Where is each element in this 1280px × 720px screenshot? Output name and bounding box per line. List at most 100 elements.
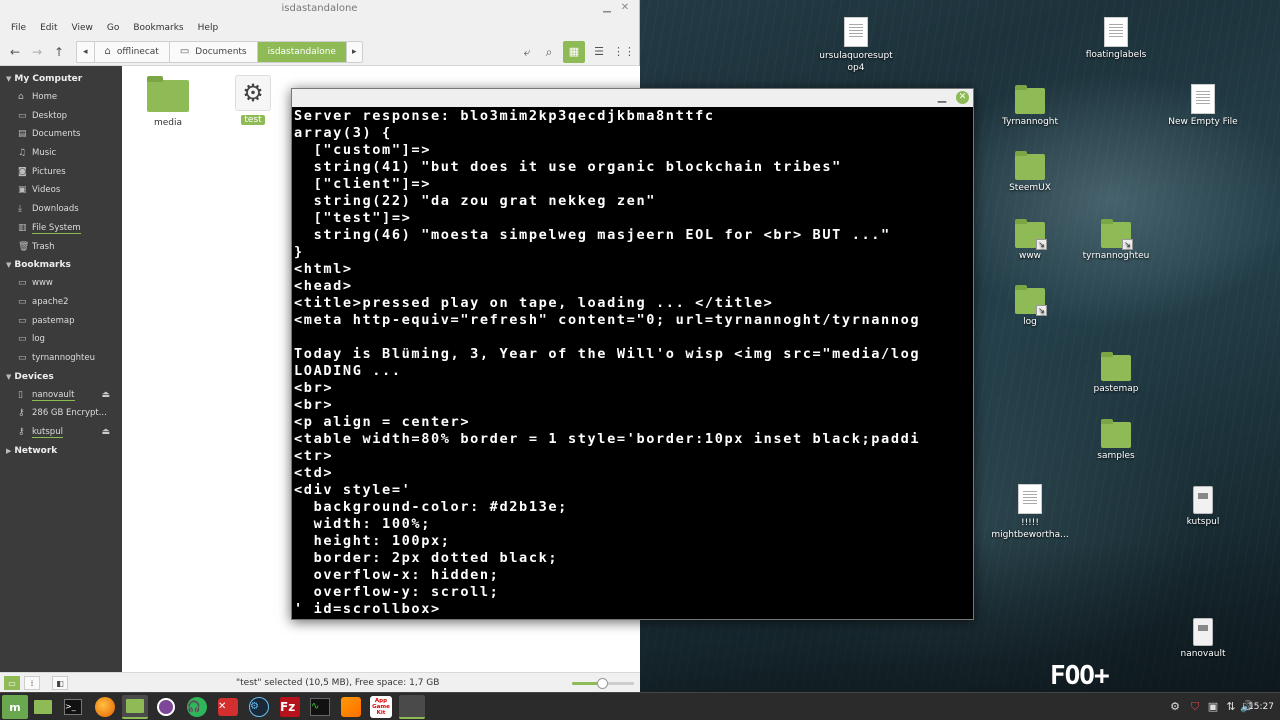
sidebar-item-desktop[interactable]: ▭ Desktop xyxy=(0,107,122,126)
zoom-slider-handle[interactable] xyxy=(596,678,608,689)
icon-view-icon[interactable]: ▦ xyxy=(563,40,585,63)
shield-icon[interactable]: ⛉ xyxy=(1186,697,1204,717)
places-toggle-icon[interactable]: ▭ xyxy=(4,676,20,690)
search-icon[interactable]: ⌕ xyxy=(538,41,560,63)
sidebar-section-network[interactable]: ▶ Network xyxy=(0,442,122,460)
desktop-icon-tyrnannoghteu[interactable]: ↘ tyrnannoghteu xyxy=(1071,219,1161,261)
desktop-icon-pastemap[interactable]: pastemap xyxy=(1071,352,1161,394)
desktop-icon-log[interactable]: ↘ log xyxy=(985,285,1075,327)
terminal-titlebar[interactable]: ▁ ✕ xyxy=(292,89,973,107)
steam-icon[interactable]: ⚙ xyxy=(246,695,272,719)
sidebar-item-pastemap[interactable]: ▭ pastemap xyxy=(0,312,122,331)
minimize-button[interactable]: ▁ xyxy=(601,2,613,14)
show-desktop-icon[interactable] xyxy=(30,695,56,719)
clock[interactable]: 15:27 xyxy=(1248,693,1274,720)
sidebar-item-www[interactable]: ▭ www xyxy=(0,274,122,293)
sidebar-item-nanovault[interactable]: ▯ nanovault ⏏ xyxy=(0,386,122,405)
desktop-icon-ursulaquoresuptop4[interactable]: ursulaquoresupt op4 xyxy=(811,17,901,74)
status-bar: ▭ ⁞ ◧ "test" selected (10,5 MB), Free sp… xyxy=(0,672,640,692)
menu-view[interactable]: View xyxy=(65,23,100,33)
forward-arrow-icon[interactable]: → xyxy=(26,41,48,63)
sidebar-item-label: Trash xyxy=(32,241,55,252)
terminal-icon[interactable]: >_ xyxy=(60,695,86,719)
sidebar-item-tyrnannoghteu[interactable]: ▭ tyrnannoghteu xyxy=(0,349,122,368)
eject-icon[interactable]: ⏏ xyxy=(101,423,110,442)
close-button[interactable]: ✕ xyxy=(956,91,969,104)
mint-menu-icon[interactable]: m xyxy=(2,695,28,719)
update-icon[interactable]: ▣ xyxy=(1204,697,1222,717)
file-name: test xyxy=(241,115,265,125)
terminal-line: <meta http-equiv="refresh" content="0; u… xyxy=(294,312,921,328)
sidebar-section-bookmarks[interactable]: ▼ Bookmarks xyxy=(0,256,122,274)
usb-drive-icon: ⚷ xyxy=(18,427,25,437)
sidebar-item-trash[interactable]: 🗑 Trash xyxy=(0,238,122,257)
desktop-icon-nanovault[interactable]: nanovault xyxy=(1158,618,1248,659)
desktop-icon-mightbewortha[interactable]: !!!!! mightbewortha... xyxy=(985,484,1075,541)
zoom-slider[interactable] xyxy=(572,678,634,689)
close-button[interactable]: ✕ xyxy=(619,2,631,14)
sidebar-item-pictures[interactable]: ◙ Pictures xyxy=(0,163,122,182)
tor-icon[interactable] xyxy=(153,695,179,719)
sidebar-toggle-icon[interactable]: ◧ xyxy=(52,676,68,690)
steam-tray-icon[interactable]: ⚙ xyxy=(1166,697,1184,717)
compact-view-icon[interactable]: ⋮⋮ xyxy=(613,41,635,63)
desktop-icon-tyrnannoght[interactable]: Tyrnannoght xyxy=(985,85,1075,127)
desktop-icon-kutspul[interactable]: kutspul xyxy=(1158,486,1248,527)
headset-icon[interactable]: 🎧 xyxy=(184,695,210,719)
menu-go[interactable]: Go xyxy=(100,23,126,33)
sidebar-section-my-computer[interactable]: ▼ My Computer xyxy=(0,70,122,88)
toggle-location-icon[interactable]: ⤶ xyxy=(516,41,538,63)
sidebar-item-encrypted-drive[interactable]: ⚷ 286 GB Encrypt... xyxy=(0,404,122,423)
terminal-output[interactable]: Server response: blo3mim2kp3qecdjkbma8nt… xyxy=(294,108,973,619)
file-item-media[interactable]: media xyxy=(128,76,208,128)
sidebar-item-downloads[interactable]: ⤓ Downloads xyxy=(0,200,122,219)
menu-file[interactable]: File xyxy=(4,23,33,33)
firefox-icon[interactable] xyxy=(92,695,118,719)
terminal-line: <p align = center> xyxy=(294,414,471,430)
breadcrumb-right-icon[interactable]: ▸ xyxy=(347,42,362,62)
menu-edit[interactable]: Edit xyxy=(33,23,64,33)
sidebar-item-log[interactable]: ▭ log xyxy=(0,330,122,349)
toolbox-icon[interactable]: ✕ xyxy=(215,695,241,719)
eject-icon[interactable]: ⏏ xyxy=(101,386,110,405)
terminal-line: <td> xyxy=(294,465,334,481)
terminal-line: string(41) "but does it use organic bloc… xyxy=(294,159,842,175)
desktop-icon-samples[interactable]: samples xyxy=(1071,419,1161,461)
system-monitor-icon[interactable]: ∿ xyxy=(307,695,333,719)
tree-toggle-icon[interactable]: ⁞ xyxy=(24,676,40,690)
sidebar-item-home[interactable]: ⌂ Home xyxy=(0,88,122,107)
sidebar-item-kutspul[interactable]: ⚷ kutspul ⏏ xyxy=(0,423,122,442)
up-arrow-icon[interactable]: ↑ xyxy=(48,41,70,63)
sidebar-item-documents[interactable]: ▤ Documents xyxy=(0,125,122,144)
desktop-icon-www[interactable]: ↘ www xyxy=(985,219,1075,261)
minimize-button[interactable]: ▁ xyxy=(935,90,949,104)
window-button[interactable] xyxy=(399,695,425,719)
document-icon xyxy=(1191,84,1215,114)
folder-icon: ▭ xyxy=(18,296,27,307)
app-game-kit-icon[interactable]: App Game Kit xyxy=(368,695,394,719)
terminal-line: overflow-y: scroll; xyxy=(294,584,500,600)
sidebar-item-apache2[interactable]: ▭ apache2 xyxy=(0,293,122,312)
sublime-icon[interactable] xyxy=(338,695,364,719)
breadcrumb-documents[interactable]: ▭ Documents xyxy=(170,41,258,62)
breadcrumb-offlinecat[interactable]: ⌂ offlinecat xyxy=(95,41,170,62)
window-titlebar[interactable]: isdastandalone ▁ ✕ xyxy=(0,0,639,18)
breadcrumb-left-icon[interactable]: ◂ xyxy=(77,41,95,62)
sidebar-section-devices[interactable]: ▼ Devices xyxy=(0,368,122,386)
sidebar-item-label: nanovault xyxy=(32,389,75,401)
desktop-icon-new-empty-file[interactable]: New Empty File xyxy=(1158,84,1248,127)
desktop-icon-floatinglabels[interactable]: floatinglabels xyxy=(1071,17,1161,60)
sidebar-item-file-system[interactable]: ▥ File System xyxy=(0,219,122,238)
desktop-icon-steemux[interactable]: SteemUX xyxy=(985,151,1075,193)
filezilla-icon[interactable]: Fz xyxy=(277,695,303,719)
menu-help[interactable]: Help xyxy=(191,23,226,33)
back-arrow-icon[interactable]: ← xyxy=(4,41,26,63)
menu-bar: File Edit View Go Bookmarks Help xyxy=(0,18,639,38)
file-item-test[interactable]: ⚙ test xyxy=(213,75,293,125)
list-view-icon[interactable]: ☰ xyxy=(588,41,610,63)
sidebar-item-music[interactable]: ♫ Music xyxy=(0,144,122,163)
menu-bookmarks[interactable]: Bookmarks xyxy=(126,23,190,33)
breadcrumb-isdastandalone[interactable]: isdastandalone xyxy=(257,41,347,62)
files-icon[interactable] xyxy=(122,695,148,719)
sidebar-item-videos[interactable]: ▣ Videos xyxy=(0,181,122,200)
